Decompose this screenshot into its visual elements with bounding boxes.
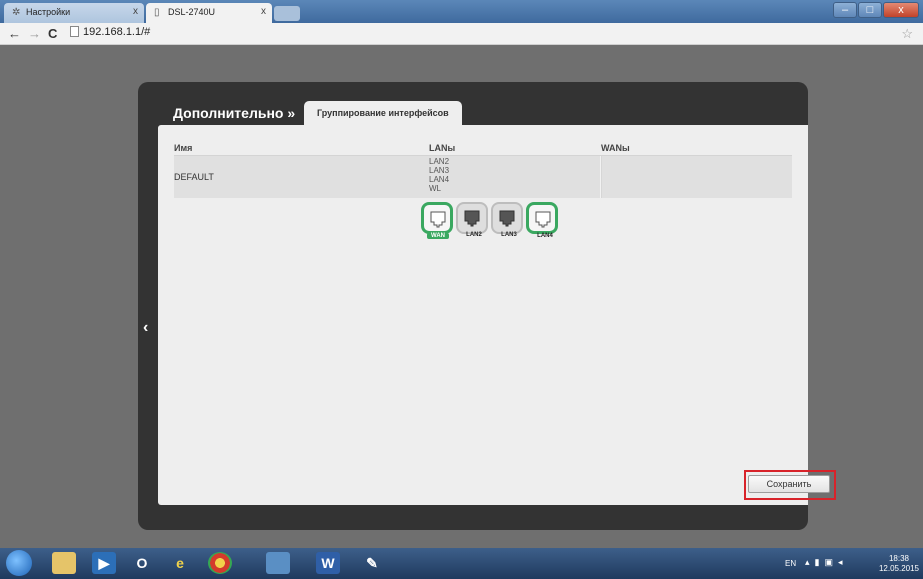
clock-date: 12.05.2015 bbox=[878, 564, 919, 573]
start-button[interactable] bbox=[6, 550, 32, 576]
port-label: LAN3 bbox=[501, 232, 517, 238]
maximize-button[interactable]: □ bbox=[858, 2, 882, 18]
tray-icons[interactable]: ▴▮▣◂ bbox=[805, 557, 848, 568]
port-lan2[interactable]: LAN2 bbox=[456, 202, 488, 238]
breadcrumb[interactable]: Дополнительно » bbox=[173, 105, 295, 121]
reload-icon[interactable]: C bbox=[48, 26, 57, 41]
page-icon: ▯ bbox=[154, 7, 160, 18]
address-bar[interactable]: 192.168.1.1/# bbox=[70, 26, 150, 38]
browser-titlebar: ✲ Настройки x ▯ DSL-2740U x – □ x bbox=[0, 0, 923, 23]
port-label: WAN bbox=[427, 233, 449, 239]
url-text: 192.168.1.1/# bbox=[83, 26, 151, 38]
content-panel: Имя LANы WANы DEFAULT LAN2 LAN3 LAN4 WL bbox=[158, 125, 836, 505]
system-tray: EN ▴▮▣◂ 18:38 12.05.2015 bbox=[773, 548, 923, 579]
table-header: Имя LANы WANы bbox=[174, 143, 792, 155]
lan-entry: WL bbox=[429, 184, 441, 193]
gear-icon: ✲ bbox=[12, 7, 21, 18]
port-label: LAN4 bbox=[537, 233, 553, 239]
port-lan3[interactable]: LAN3 bbox=[491, 202, 523, 238]
tab-settings[interactable]: ✲ Настройки x bbox=[4, 3, 144, 23]
word-icon[interactable]: W bbox=[316, 552, 340, 574]
new-tab-button[interactable] bbox=[274, 6, 300, 21]
folder-icon[interactable] bbox=[52, 552, 76, 574]
clock-time: 18:38 bbox=[888, 554, 909, 563]
browser-toolbar: ← → C 192.168.1.1/# ☆ bbox=[0, 23, 923, 45]
column-header-name: Имя bbox=[174, 143, 193, 153]
port-diagram: WAN LAN2 LAN3 LAN4 bbox=[421, 202, 558, 239]
opera-icon[interactable]: O bbox=[130, 552, 154, 574]
group-name: DEFAULT bbox=[174, 172, 214, 182]
column-header-wans: WANы bbox=[601, 143, 630, 153]
page-icon bbox=[70, 26, 79, 37]
group-wans bbox=[601, 156, 792, 198]
clock[interactable]: 18:38 12.05.2015 bbox=[879, 554, 919, 574]
language-indicator[interactable]: EN bbox=[785, 559, 796, 568]
tab-interface-grouping[interactable]: Группирование интерфейсов bbox=[304, 101, 462, 126]
forward-arrow-icon[interactable]: → bbox=[28, 26, 41, 41]
close-icon[interactable]: x bbox=[261, 6, 266, 17]
back-arrow-icon[interactable]: ← bbox=[8, 26, 21, 41]
media-player-icon[interactable]: ▶ bbox=[92, 552, 116, 574]
port-wan[interactable]: WAN bbox=[421, 202, 453, 239]
port-label: LAN2 bbox=[466, 232, 482, 238]
ethernet-port-icon bbox=[535, 211, 551, 228]
ethernet-port-icon bbox=[430, 211, 446, 228]
minimize-button[interactable]: – bbox=[833, 2, 857, 18]
close-window-button[interactable]: x bbox=[883, 2, 919, 18]
router-frame: Дополнительно » Группирование интерфейсо… bbox=[138, 82, 836, 530]
ethernet-port-icon bbox=[499, 210, 515, 227]
table-row[interactable]: DEFAULT LAN2 LAN3 LAN4 WL bbox=[174, 155, 792, 198]
page-area: Дополнительно » Группирование интерфейсо… bbox=[0, 45, 923, 548]
tab-label: DSL-2740U bbox=[168, 7, 216, 17]
bookmark-star-icon[interactable]: ☆ bbox=[901, 26, 913, 42]
lan-entry: LAN4 bbox=[429, 175, 450, 184]
tab-router[interactable]: ▯ DSL-2740U x bbox=[146, 3, 272, 23]
collapse-menu-icon[interactable]: ‹ bbox=[143, 319, 148, 337]
lan-entry: LAN3 bbox=[429, 166, 450, 175]
close-icon[interactable]: x bbox=[133, 6, 138, 17]
taskbar: ▶ O e W ✎ EN ▴▮▣◂ 18:38 12.05.2015 bbox=[0, 548, 923, 579]
ethernet-port-icon bbox=[464, 210, 480, 227]
control-panel-icon[interactable] bbox=[266, 552, 290, 574]
paint-icon[interactable]: ✎ bbox=[360, 552, 384, 574]
save-button[interactable]: Сохранить bbox=[748, 475, 830, 493]
chrome-icon[interactable] bbox=[208, 552, 232, 574]
tab-label: Настройки bbox=[26, 7, 71, 17]
group-lans: LAN2 LAN3 LAN4 WL bbox=[429, 156, 601, 198]
window-controls: – □ x bbox=[833, 2, 919, 18]
port-lan4[interactable]: LAN4 bbox=[526, 202, 558, 239]
groups-table: Имя LANы WANы DEFAULT LAN2 LAN3 LAN4 WL bbox=[174, 143, 792, 198]
column-header-lans: LANы bbox=[429, 143, 456, 153]
ie-icon[interactable]: e bbox=[168, 552, 192, 574]
lan-entry: LAN2 bbox=[429, 157, 450, 166]
